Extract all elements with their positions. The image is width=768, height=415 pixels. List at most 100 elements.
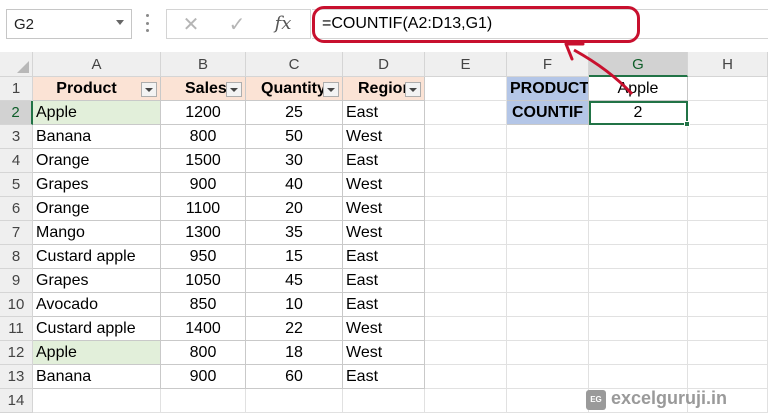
- row-header-4[interactable]: 4: [0, 149, 33, 173]
- filter-dropdown-icon[interactable]: [323, 82, 339, 97]
- row-header-8[interactable]: 8: [0, 245, 33, 269]
- row-header-7[interactable]: 7: [0, 221, 33, 245]
- row-header-2[interactable]: 2: [0, 101, 33, 125]
- table-cell[interactable]: 22: [246, 317, 343, 341]
- cell[interactable]: [589, 197, 688, 221]
- cell[interactable]: [425, 149, 507, 173]
- cell[interactable]: [589, 365, 688, 389]
- table-cell[interactable]: East: [343, 365, 425, 389]
- cell[interactable]: [425, 77, 507, 101]
- cell[interactable]: [507, 341, 589, 365]
- cell[interactable]: [688, 221, 768, 245]
- row-header-9[interactable]: 9: [0, 269, 33, 293]
- filter-dropdown-icon[interactable]: [226, 82, 242, 97]
- column-header-f[interactable]: F: [507, 52, 589, 77]
- cell[interactable]: [246, 389, 343, 413]
- cell[interactable]: [33, 389, 161, 413]
- cell[interactable]: [688, 101, 768, 125]
- product-cell[interactable]: Banana: [33, 365, 161, 389]
- table-cell[interactable]: 45: [246, 269, 343, 293]
- cell[interactable]: [688, 293, 768, 317]
- row-header-5[interactable]: 5: [0, 173, 33, 197]
- table-header-region[interactable]: Region: [343, 77, 425, 101]
- table-cell[interactable]: 950: [161, 245, 246, 269]
- cell[interactable]: [688, 125, 768, 149]
- table-cell[interactable]: 10: [246, 293, 343, 317]
- cell[interactable]: [589, 341, 688, 365]
- cell[interactable]: [507, 221, 589, 245]
- table-cell[interactable]: 1200: [161, 101, 246, 125]
- table-cell[interactable]: 15: [246, 245, 343, 269]
- cell[interactable]: [425, 221, 507, 245]
- cell[interactable]: [589, 149, 688, 173]
- product-cell[interactable]: Orange: [33, 149, 161, 173]
- table-cell[interactable]: 20: [246, 197, 343, 221]
- cell[interactable]: [589, 293, 688, 317]
- cell[interactable]: [688, 341, 768, 365]
- cell[interactable]: [507, 317, 589, 341]
- row-header-3[interactable]: 3: [0, 125, 33, 149]
- name-box[interactable]: G2: [6, 9, 132, 39]
- column-header-g[interactable]: G: [589, 52, 688, 77]
- cancel-icon[interactable]: ✕: [171, 10, 211, 38]
- product-cell[interactable]: Custard apple: [33, 245, 161, 269]
- product-cell[interactable]: Banana: [33, 125, 161, 149]
- product-cell[interactable]: Apple: [33, 341, 161, 365]
- table-cell[interactable]: 25: [246, 101, 343, 125]
- cell[interactable]: [688, 317, 768, 341]
- fill-handle[interactable]: [684, 121, 690, 127]
- column-header-c[interactable]: C: [246, 52, 343, 77]
- table-cell[interactable]: 1500: [161, 149, 246, 173]
- column-header-b[interactable]: B: [161, 52, 246, 77]
- table-cell[interactable]: West: [343, 197, 425, 221]
- cell[interactable]: [688, 149, 768, 173]
- cell[interactable]: [425, 173, 507, 197]
- cell[interactable]: [507, 149, 589, 173]
- table-header-product[interactable]: Product: [33, 77, 161, 101]
- product-cell[interactable]: Orange: [33, 197, 161, 221]
- cell[interactable]: [589, 125, 688, 149]
- row-header-13[interactable]: 13: [0, 365, 33, 389]
- column-header-a[interactable]: A: [33, 52, 161, 77]
- cell[interactable]: [589, 221, 688, 245]
- table-cell[interactable]: East: [343, 293, 425, 317]
- product-cell[interactable]: Avocado: [33, 293, 161, 317]
- table-cell[interactable]: East: [343, 269, 425, 293]
- cell[interactable]: [688, 245, 768, 269]
- table-cell[interactable]: 900: [161, 173, 246, 197]
- row-header-14[interactable]: 14: [0, 389, 33, 413]
- cell[interactable]: [507, 125, 589, 149]
- table-cell[interactable]: West: [343, 125, 425, 149]
- product-cell[interactable]: Apple: [33, 101, 161, 125]
- table-cell[interactable]: West: [343, 221, 425, 245]
- cell[interactable]: [425, 269, 507, 293]
- cell[interactable]: [688, 269, 768, 293]
- product-cell[interactable]: Grapes: [33, 269, 161, 293]
- table-cell[interactable]: 30: [246, 149, 343, 173]
- enter-icon[interactable]: ✓: [217, 10, 257, 38]
- cell[interactable]: [507, 293, 589, 317]
- row-header-6[interactable]: 6: [0, 197, 33, 221]
- cell[interactable]: [589, 269, 688, 293]
- column-header-d[interactable]: D: [343, 52, 425, 77]
- filter-dropdown-icon[interactable]: [141, 82, 157, 97]
- cell[interactable]: [688, 197, 768, 221]
- row-header-12[interactable]: 12: [0, 341, 33, 365]
- cell[interactable]: [507, 389, 589, 413]
- product-cell[interactable]: Grapes: [33, 173, 161, 197]
- select-all-corner[interactable]: [0, 52, 33, 77]
- table-cell[interactable]: 900: [161, 365, 246, 389]
- row-header-11[interactable]: 11: [0, 317, 33, 341]
- table-cell[interactable]: East: [343, 101, 425, 125]
- cell[interactable]: [507, 173, 589, 197]
- cell[interactable]: [425, 341, 507, 365]
- filter-dropdown-icon[interactable]: [405, 82, 421, 97]
- cell[interactable]: [425, 317, 507, 341]
- cell[interactable]: [343, 389, 425, 413]
- table-cell[interactable]: 18: [246, 341, 343, 365]
- table-cell[interactable]: 60: [246, 365, 343, 389]
- table-cell[interactable]: East: [343, 149, 425, 173]
- chevron-down-icon[interactable]: [116, 20, 124, 25]
- table-cell[interactable]: 1400: [161, 317, 246, 341]
- cell[interactable]: [425, 197, 507, 221]
